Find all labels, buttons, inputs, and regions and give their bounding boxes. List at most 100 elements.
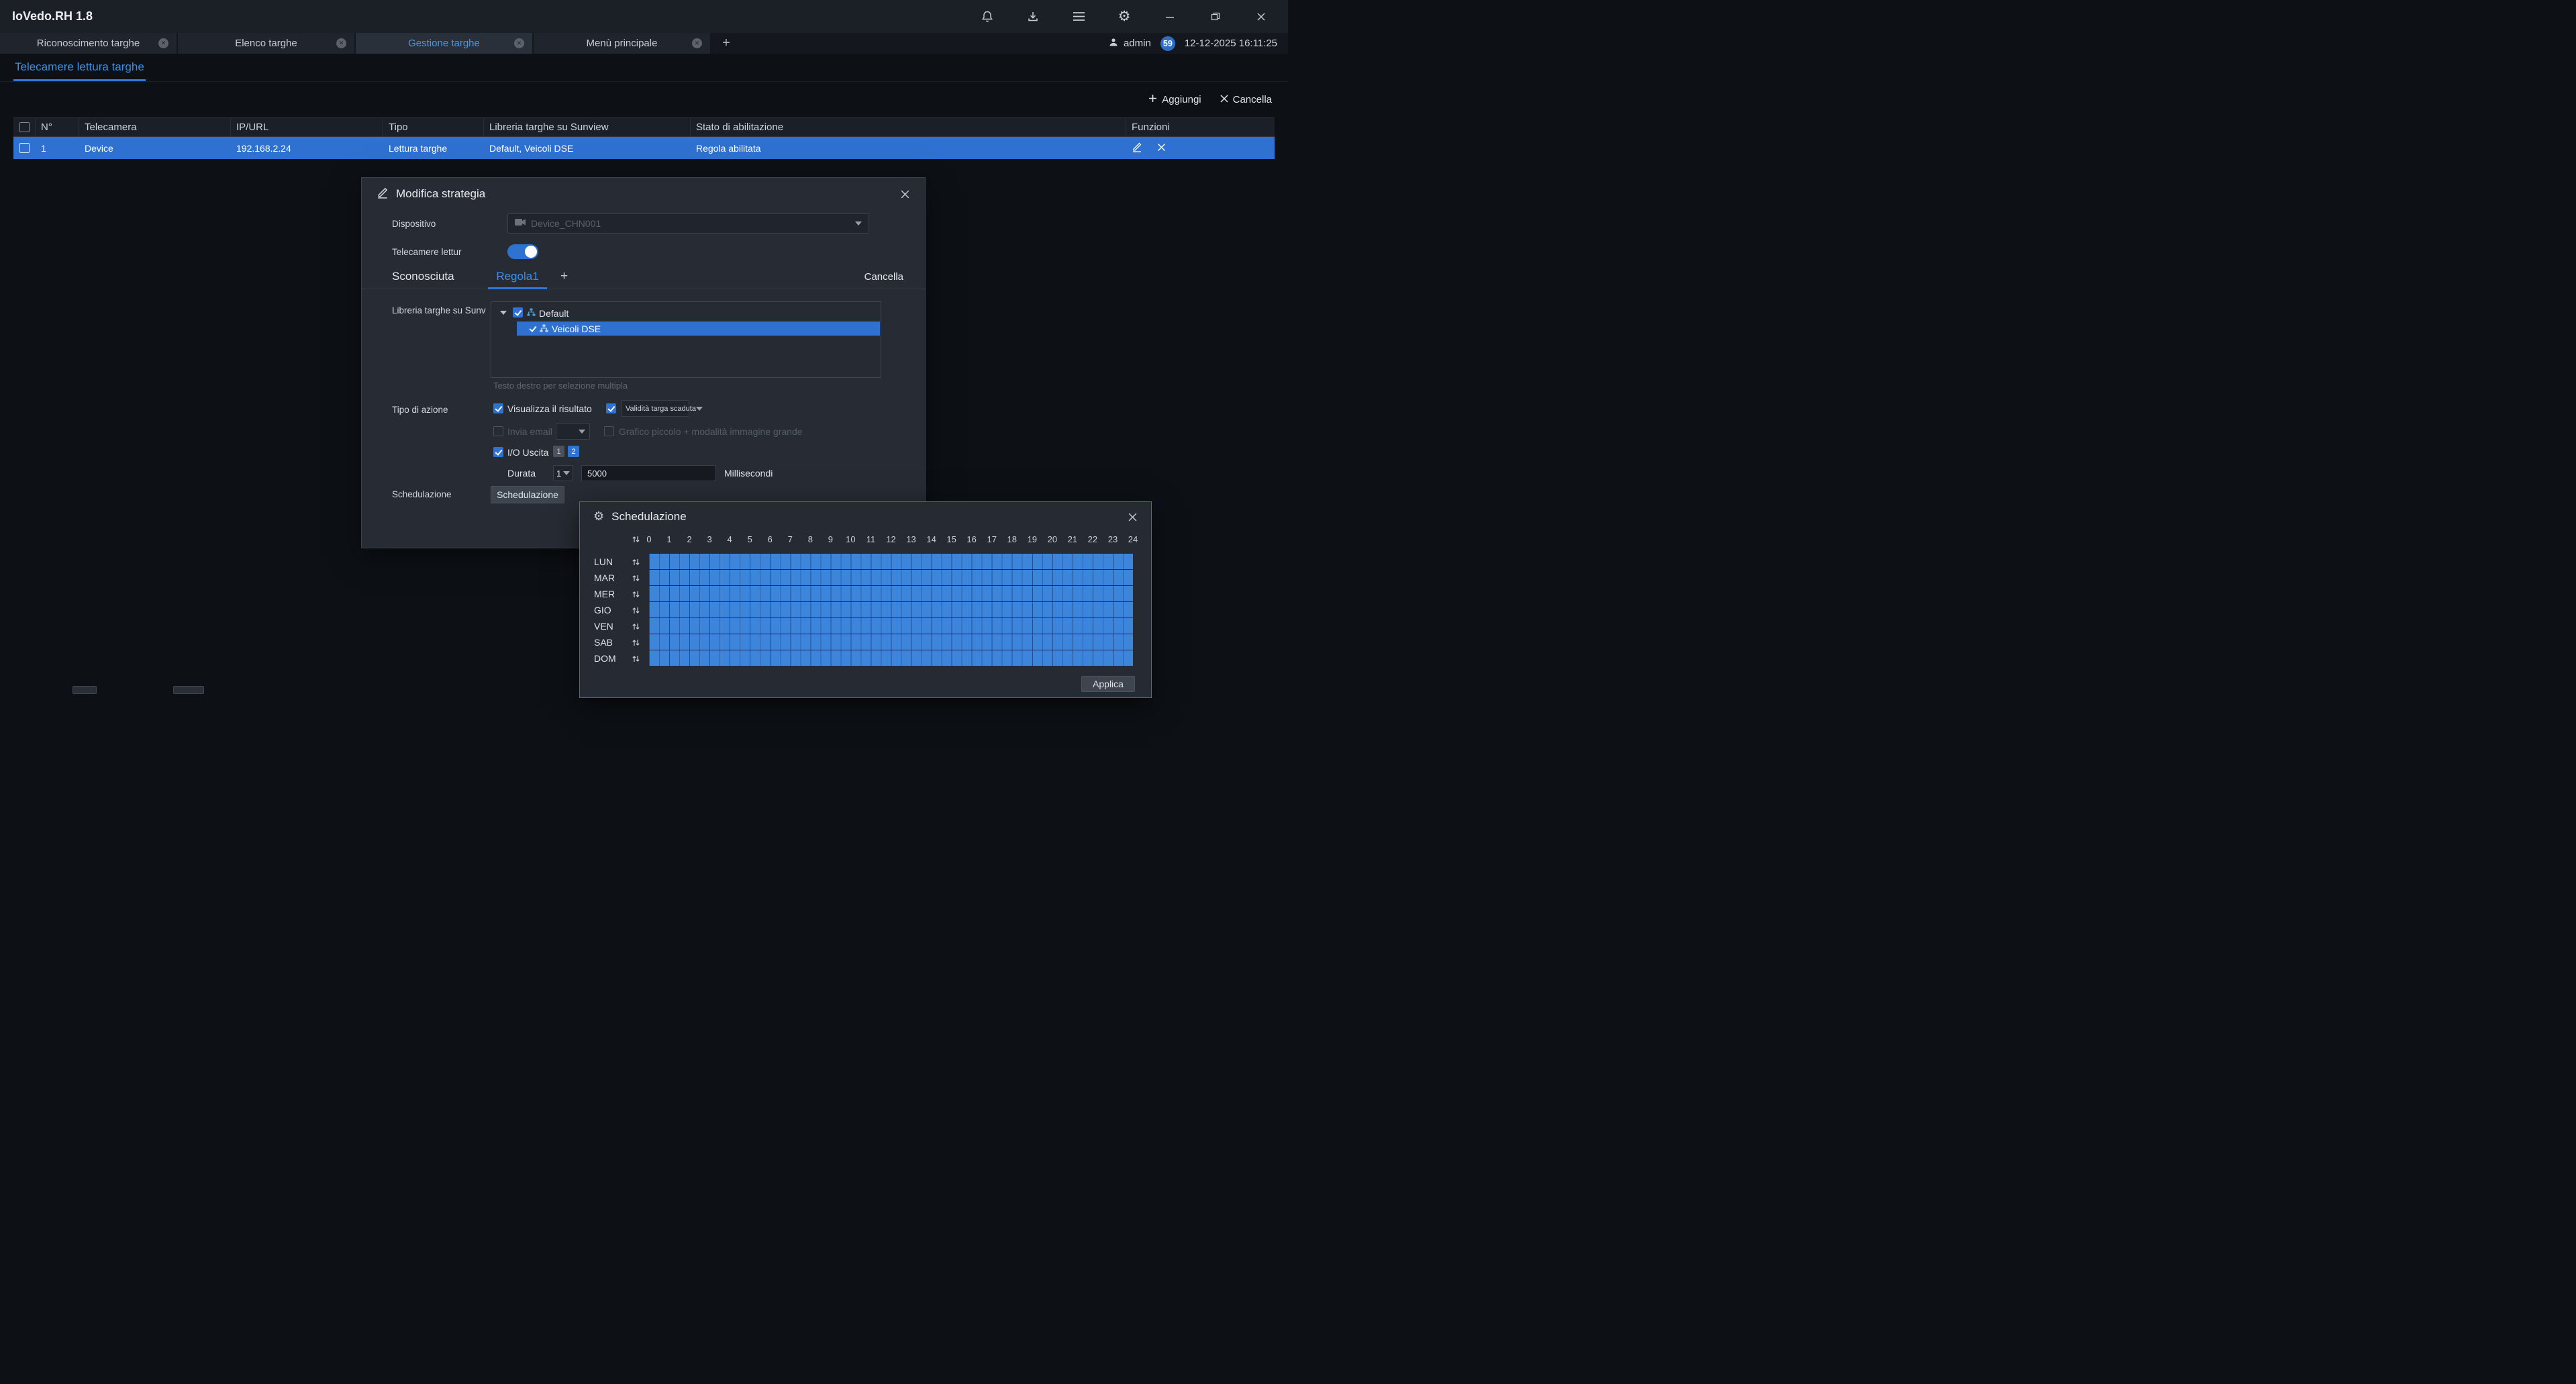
tab-label: Gestione targhe [408, 38, 480, 49]
validity-dropdown[interactable]: Validità targa scaduta [621, 400, 689, 417]
schedulazione-dialog: ⚙ Schedulazione 012345678910111213141516… [579, 501, 1152, 698]
select-all-rows-icon[interactable] [632, 535, 640, 547]
io-output-checkbox[interactable] [493, 447, 503, 457]
select-row-icon[interactable] [632, 622, 640, 634]
col-stato: Stato di abilitazione [691, 118, 1126, 136]
add-button-label: Aggiungi [1162, 94, 1201, 105]
dialog-close-icon[interactable] [900, 189, 910, 199]
delete-rule-button[interactable]: Cancella [864, 271, 903, 283]
hour-label: 5 [748, 534, 752, 544]
schedule-bar[interactable] [649, 634, 1133, 650]
notifications-bell-icon[interactable] [979, 9, 995, 25]
cutoff-button[interactable] [72, 686, 97, 694]
tab-gestione-targhe[interactable]: Gestione targhe ✕ [356, 33, 532, 54]
send-email-checkbox[interactable] [493, 426, 503, 436]
show-result-checkbox[interactable] [493, 403, 503, 413]
select-row-icon[interactable] [632, 558, 640, 570]
schedule-close-icon[interactable] [1128, 512, 1138, 522]
tree-child-selected[interactable]: Veicoli DSE [517, 322, 880, 336]
camera-toggle-label: Telecamere lettur [392, 247, 462, 257]
tree-root-checkbox[interactable] [513, 307, 523, 317]
email-dropdown[interactable] [556, 423, 590, 440]
rule-tab-regola1[interactable]: Regola1 [488, 266, 547, 289]
device-dropdown[interactable]: Device_CHN001 [507, 213, 869, 234]
duration-select[interactable]: 1 [553, 465, 573, 481]
validity-checkbox[interactable] [606, 403, 616, 413]
hamburger-menu-icon[interactable] [1071, 9, 1087, 25]
cell-ip-url: 192.168.2.24 [231, 143, 383, 154]
duration-input[interactable] [581, 465, 716, 481]
tab-close-icon[interactable]: ✕ [158, 38, 168, 48]
schedule-hours: 0123456789101112131415161718192021222324 [649, 534, 1133, 548]
chevron-down-icon [579, 430, 585, 434]
hour-label: 11 [866, 534, 876, 544]
schedule-label: Schedulazione [392, 489, 452, 499]
table-row[interactable]: 1 Device 192.168.2.24 Lettura targhe Def… [13, 137, 1275, 159]
schedule-bar[interactable] [649, 618, 1133, 634]
io-output-2-button[interactable]: 2 [568, 446, 579, 457]
chevron-down-icon [696, 407, 703, 411]
add-button[interactable]: Aggiungi [1148, 94, 1201, 105]
tab-close-icon[interactable]: ✕ [336, 38, 346, 48]
schedule-bar[interactable] [649, 586, 1133, 602]
add-rule-button[interactable]: + [560, 269, 568, 284]
io-output-1-button[interactable]: 1 [553, 446, 564, 457]
close-button[interactable] [1253, 9, 1269, 25]
gear-icon: ⚙ [593, 511, 604, 523]
hour-label: 19 [1028, 534, 1037, 544]
select-all-checkbox[interactable] [19, 122, 30, 132]
notification-badge[interactable]: 59 [1160, 36, 1175, 51]
hour-label: 16 [967, 534, 976, 544]
select-row-icon[interactable] [632, 654, 640, 666]
tree-hint: Testo destro per selezione multipla [493, 381, 628, 391]
small-graphic-checkbox[interactable] [604, 426, 614, 436]
schedule-button[interactable]: Schedulazione [491, 486, 564, 503]
tree-root-label[interactable]: Default [539, 308, 568, 319]
restore-button[interactable] [1207, 9, 1224, 25]
delete-button[interactable]: Cancella [1220, 94, 1272, 105]
tab-elenco-targhe[interactable]: Elenco targhe ✕ [178, 33, 354, 54]
row-checkbox[interactable] [19, 143, 30, 153]
camera-icon [515, 217, 526, 230]
subtab-telecamere-lettura-targhe[interactable]: Telecamere lettura targhe [13, 54, 146, 81]
tab-menu-principale[interactable]: Menù principale ✕ [534, 33, 710, 54]
show-result-label: Visualizza il risultato [507, 403, 592, 414]
small-graphic-label: Grafico piccolo + modalità immagine gran… [619, 426, 803, 437]
select-row-icon[interactable] [632, 606, 640, 618]
select-row-icon[interactable] [632, 574, 640, 586]
schedule-day-rows: LUNMARMERGIOVENSABDOM [580, 554, 1151, 666]
tree-expander-icon[interactable] [500, 311, 507, 315]
edit-row-icon[interactable] [1132, 142, 1142, 154]
hour-label: 10 [846, 534, 855, 544]
hour-label: 3 [707, 534, 712, 544]
new-tab-button[interactable]: + [711, 33, 741, 54]
tree-child-checkbox[interactable] [528, 324, 538, 334]
tab-close-icon[interactable]: ✕ [514, 38, 524, 48]
cell-funzioni [1126, 142, 1275, 154]
hour-label: 15 [946, 534, 956, 544]
user-menu[interactable]: admin [1108, 37, 1151, 50]
download-icon[interactable] [1025, 9, 1041, 25]
col-tipo: Tipo [383, 118, 484, 136]
hour-label: 4 [728, 534, 732, 544]
camera-enable-toggle[interactable] [507, 244, 538, 259]
rule-tab-sconosciuta[interactable]: Sconosciuta [392, 270, 454, 283]
cutoff-button[interactable] [173, 686, 204, 694]
schedule-bar[interactable] [649, 650, 1133, 666]
tab-close-icon[interactable]: ✕ [692, 38, 702, 48]
schedule-bar[interactable] [649, 570, 1133, 586]
x-icon [1220, 94, 1228, 105]
tab-riconoscimento-targhe[interactable]: Riconoscimento targhe ✕ [0, 33, 177, 54]
minimize-button[interactable] [1162, 9, 1178, 25]
select-row-icon[interactable] [632, 638, 640, 650]
tab-label: Elenco targhe [235, 38, 297, 49]
hour-label: 18 [1007, 534, 1017, 544]
delete-row-icon[interactable] [1157, 143, 1166, 154]
schedule-bar[interactable] [649, 554, 1133, 570]
settings-gear-icon[interactable]: ⚙ [1116, 9, 1132, 25]
apply-button[interactable]: Applica [1081, 676, 1135, 692]
select-row-icon[interactable] [632, 590, 640, 602]
edit-icon [377, 187, 389, 202]
schedule-bar[interactable] [649, 602, 1133, 618]
camera-table: N° Telecamera IP/URL Tipo Libreria targh… [13, 117, 1275, 159]
